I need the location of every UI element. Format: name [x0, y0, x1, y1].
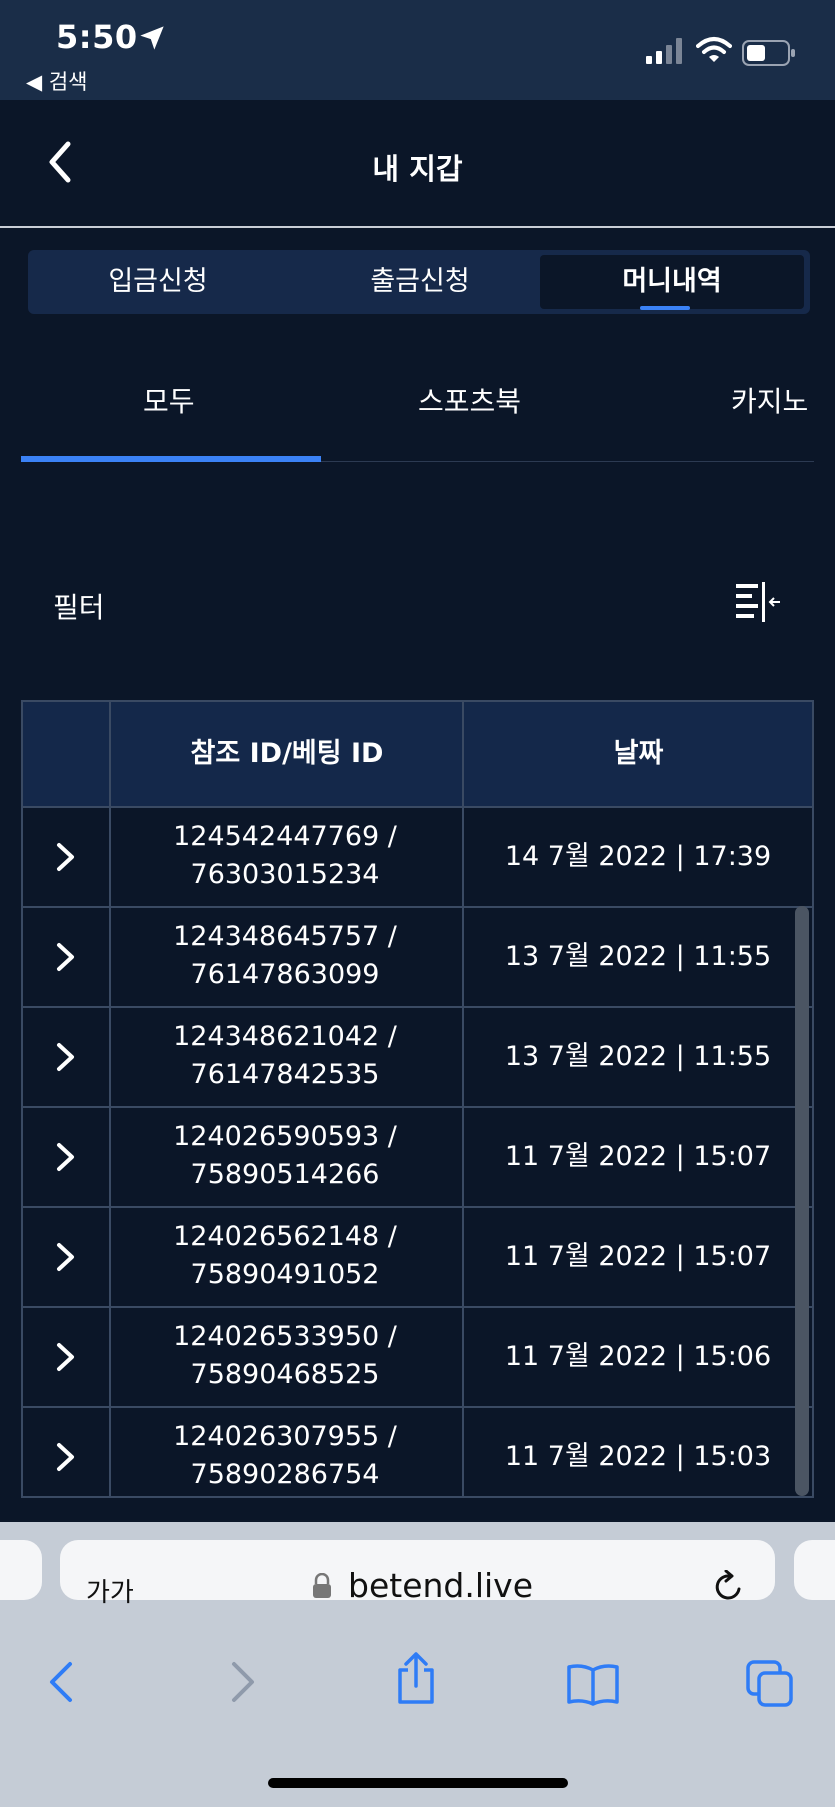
row-chevron-icon[interactable]	[55, 842, 77, 872]
home-indicator	[268, 1778, 568, 1788]
ref-id: 124026307955 /	[173, 1421, 397, 1452]
bet-id: 76147863099	[190, 959, 380, 990]
filter-icon[interactable]	[734, 582, 782, 624]
signal-icon	[646, 38, 682, 64]
row-chevron-icon[interactable]	[55, 1442, 77, 1472]
tab-deposit[interactable]: 입금신청	[28, 250, 288, 314]
header-ref-id: 참조 ID/베팅 ID	[190, 738, 384, 769]
bet-id: 75890286754	[190, 1459, 380, 1490]
ref-bet-id: 124026533950 / 75890468525	[109, 1318, 461, 1394]
tab-money-history[interactable]: 머니내역	[540, 255, 804, 309]
back-to-search-link[interactable]: ◀ 검색	[26, 66, 87, 96]
money-history-table: 참조 ID/베팅 ID 날짜 124542447769 / 76303015234…	[21, 700, 814, 1498]
row-date: 14 7월 2022 | 17:39	[504, 841, 772, 872]
row-chevron-icon[interactable]	[55, 1342, 77, 1372]
table-row[interactable]: 124026307955 / 75890286754 11 7월 2022 | 15…	[23, 1408, 812, 1508]
active-tab-indicator	[640, 306, 690, 310]
bet-id: 75890514266	[190, 1159, 380, 1190]
reload-icon[interactable]	[712, 1570, 746, 1604]
ref-bet-id: 124026590593 / 75890514266	[109, 1118, 461, 1194]
bet-id: 76147842535	[190, 1059, 380, 1090]
subtab-active-indicator	[21, 456, 321, 462]
status-time: 5:50	[56, 18, 138, 56]
bet-id: 76303015234	[190, 859, 380, 890]
browser-forward-icon[interactable]	[228, 1660, 258, 1704]
ref-bet-id: 124542447769 / 76303015234	[109, 818, 461, 894]
ref-bet-id: 124348645757 / 76147863099	[109, 918, 461, 994]
bet-id: 75890468525	[190, 1359, 380, 1390]
table-row[interactable]: 124026590593 / 75890514266 11 7월 2022 | 15…	[23, 1108, 812, 1208]
tabs-icon[interactable]	[746, 1660, 794, 1708]
lock-icon	[313, 1573, 331, 1598]
table-row[interactable]: 124348621042 / 76147842535 13 7월 2022 | 11…	[23, 1008, 812, 1108]
row-chevron-icon[interactable]	[55, 1142, 77, 1172]
table-row[interactable]: 124026533950 / 75890468525 11 7월 2022 | 15…	[23, 1308, 812, 1408]
share-icon[interactable]	[394, 1652, 438, 1704]
ref-id: 124026533950 /	[173, 1321, 397, 1352]
previous-tab-pill[interactable]	[0, 1540, 42, 1600]
ref-bet-id: 124026562148 / 75890491052	[109, 1218, 461, 1294]
row-date: 11 7월 2022 | 15:06	[504, 1341, 772, 1372]
text-size-button[interactable]: 가가	[86, 1572, 134, 1609]
ref-bet-id: 124348621042 / 76147842535	[109, 1018, 461, 1094]
ref-id: 124348645757 /	[173, 921, 397, 952]
row-date: 11 7월 2022 | 15:07	[504, 1241, 772, 1272]
row-date: 11 7월 2022 | 15:03	[504, 1441, 772, 1472]
row-date: 11 7월 2022 | 15:07	[504, 1141, 772, 1172]
row-chevron-icon[interactable]	[55, 1242, 77, 1272]
ref-id: 124542447769 /	[173, 821, 397, 852]
location-arrow-icon	[140, 26, 164, 50]
row-date: 13 7월 2022 | 11:55	[504, 941, 772, 972]
subtab-casino[interactable]: 카지노	[731, 380, 808, 420]
table-row[interactable]: 124026562148 / 75890491052 11 7월 2022 | 15…	[23, 1208, 812, 1308]
next-tab-pill[interactable]	[794, 1540, 835, 1600]
subtab-sportsbook[interactable]: 스포츠북	[418, 380, 521, 420]
wallet-tabs: 입금신청 출금신청 머니내역	[28, 250, 810, 314]
table-row[interactable]: 124542447769 / 76303015234 14 7월 2022 | 17…	[23, 808, 812, 908]
row-chevron-icon[interactable]	[55, 942, 77, 972]
browser-back-icon[interactable]	[46, 1660, 76, 1704]
bookmarks-icon[interactable]	[566, 1664, 620, 1706]
table-row[interactable]: 124348645757 / 76147863099 13 7월 2022 | 11…	[23, 908, 812, 1008]
filter-label[interactable]: 필터	[53, 586, 105, 626]
row-date: 13 7월 2022 | 11:55	[504, 1041, 772, 1072]
ref-id: 124348621042 /	[173, 1021, 397, 1052]
bet-id: 75890491052	[190, 1259, 380, 1290]
tab-withdraw[interactable]: 출금신청	[290, 250, 550, 314]
subtab-all[interactable]: 모두	[143, 380, 195, 420]
table-scrollbar[interactable]	[795, 906, 809, 1496]
url-text[interactable]: betend.live	[348, 1566, 533, 1605]
page-title: 내 지갑	[372, 152, 463, 186]
table-header: 참조 ID/베팅 ID 날짜	[23, 702, 812, 808]
row-chevron-icon[interactable]	[55, 1042, 77, 1072]
ref-id: 124026562148 /	[173, 1221, 397, 1252]
header-expand	[23, 702, 109, 806]
ref-id: 124026590593 /	[173, 1121, 397, 1152]
wifi-icon	[696, 37, 732, 62]
ref-bet-id: 124026307955 / 75890286754	[109, 1418, 461, 1494]
header-date: 날짜	[613, 738, 664, 769]
battery-icon	[742, 40, 795, 66]
